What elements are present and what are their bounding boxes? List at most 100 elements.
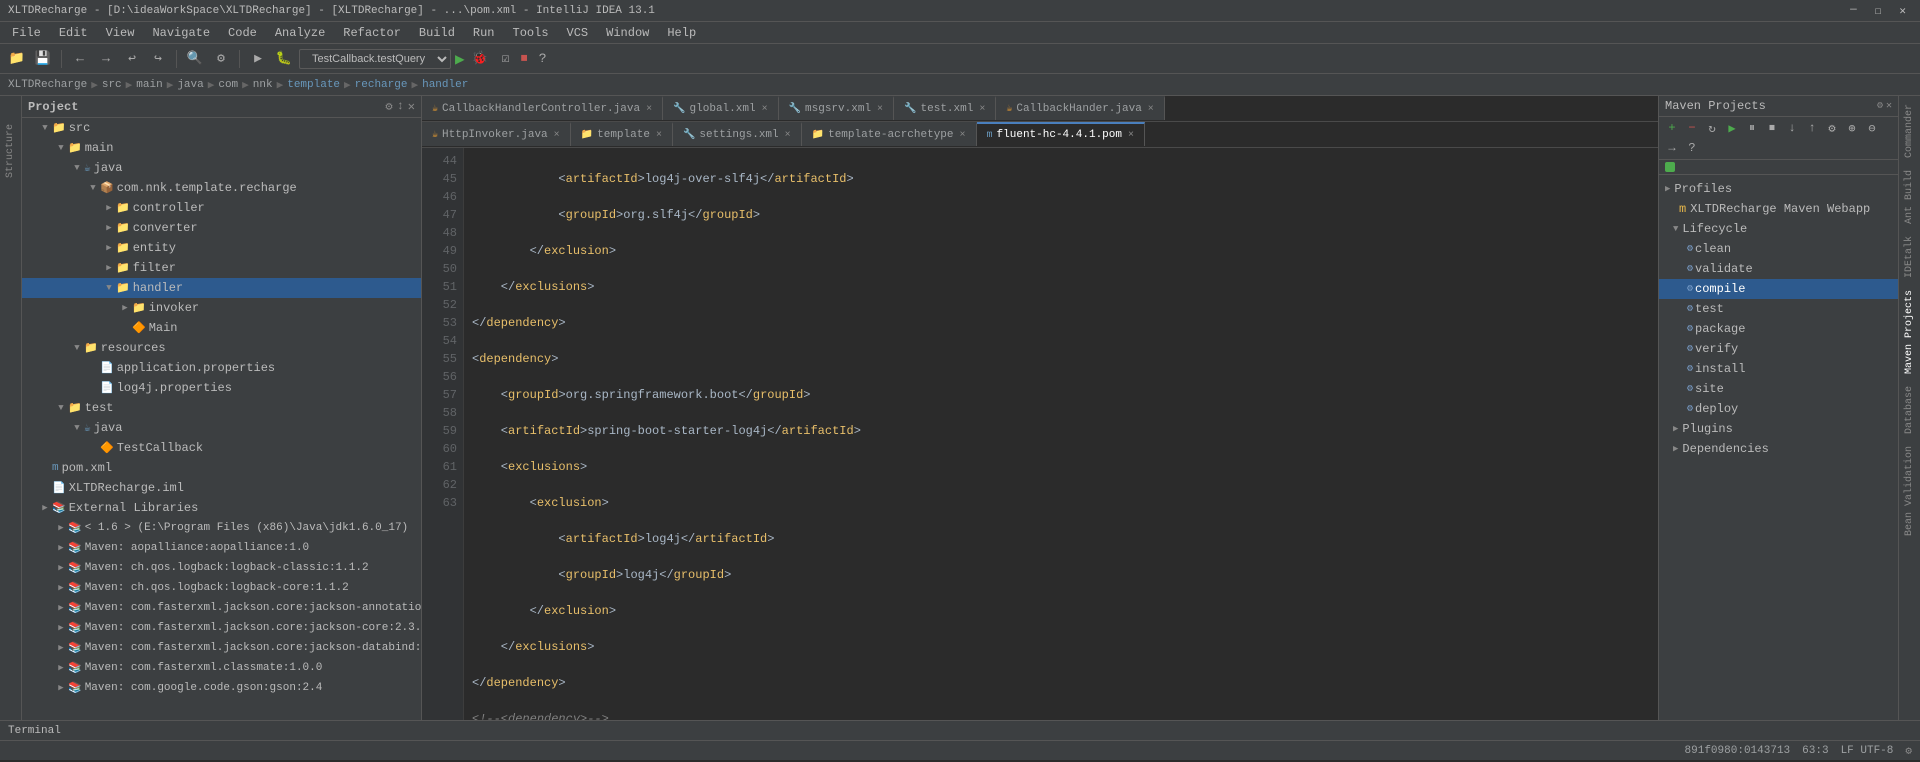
maven-deploy[interactable]: ⚙ deploy bbox=[1659, 399, 1898, 419]
maven-package[interactable]: ⚙ package bbox=[1659, 319, 1898, 339]
tab-close-8[interactable]: × bbox=[785, 130, 791, 141]
tab-close-6[interactable]: × bbox=[554, 130, 560, 141]
database-tool-btn[interactable]: Database bbox=[1902, 382, 1917, 438]
maven-close-icon[interactable]: ✕ bbox=[1886, 100, 1892, 112]
tab-msgsrv-xml[interactable]: 🔧 msgsrv.xml × bbox=[779, 96, 894, 120]
tab-close-2[interactable]: × bbox=[762, 104, 768, 115]
menu-edit[interactable]: Edit bbox=[51, 24, 96, 42]
maven-skip-btn[interactable]: ⏸ bbox=[1743, 119, 1761, 137]
tree-item-iml[interactable]: 📄 XLTDRecharge.iml bbox=[22, 478, 421, 498]
maven-verify[interactable]: ⚙ verify bbox=[1659, 339, 1898, 359]
toolbar-search-btn[interactable]: 🔍 bbox=[184, 48, 206, 70]
maven-plugins[interactable]: ▶ Plugins bbox=[1659, 419, 1898, 439]
toolbar-forward-btn[interactable]: → bbox=[95, 48, 117, 70]
tree-item-lib-jackson-db[interactable]: ▶ 📚 Maven: com.fasterxml.jackson.core:ja… bbox=[22, 638, 421, 658]
maven-site[interactable]: ⚙ site bbox=[1659, 379, 1898, 399]
maven-collapse-btn[interactable]: ⊖ bbox=[1863, 119, 1881, 137]
tree-item-src[interactable]: ▼ 📁 src bbox=[22, 118, 421, 138]
structure-tool-btn[interactable]: Structure bbox=[3, 120, 18, 182]
commander-tool-btn[interactable]: Commander bbox=[1902, 100, 1917, 162]
tree-item-filter[interactable]: ▶ 📁 filter bbox=[22, 258, 421, 278]
tree-item-test-java[interactable]: ▼ ☕ java bbox=[22, 418, 421, 438]
maven-run-btn[interactable]: ▶ bbox=[1723, 119, 1741, 137]
tree-item-main[interactable]: ▼ 📁 main bbox=[22, 138, 421, 158]
tab-callback-handler-ctrl[interactable]: ☕ CallbackHandlerController.java × bbox=[422, 96, 663, 120]
tab-close-5[interactable]: × bbox=[1148, 104, 1154, 115]
maven-profiles[interactable]: ▶ Profiles bbox=[1659, 179, 1898, 199]
tree-item-invoker[interactable]: ▶ 📁 invoker bbox=[22, 298, 421, 318]
tab-close-7[interactable]: × bbox=[656, 130, 662, 141]
maven-stop-btn[interactable]: ⏹ bbox=[1763, 119, 1781, 137]
tree-item-lib-gson[interactable]: ▶ 📚 Maven: com.google.code.gson:gson:2.4 bbox=[22, 678, 421, 698]
maven-remove-btn[interactable]: − bbox=[1683, 119, 1701, 137]
tab-httpinvoker-java[interactable]: ☕ HttpInvoker.java × bbox=[422, 122, 571, 146]
maven-clean[interactable]: ⚙ clean bbox=[1659, 239, 1898, 259]
tab-settings-xml[interactable]: 🔧 settings.xml × bbox=[673, 122, 802, 146]
project-gear-icon[interactable]: ✕ bbox=[408, 99, 415, 114]
maven-add-btn[interactable]: + bbox=[1663, 119, 1681, 137]
toolbar-undo-btn[interactable]: ↩ bbox=[121, 48, 143, 70]
tree-item-lib-logback-core[interactable]: ▶ 📚 Maven: ch.qos.logback:logback-core:1… bbox=[22, 578, 421, 598]
tab-close-1[interactable]: × bbox=[646, 104, 652, 115]
breadcrumb-java[interactable]: java bbox=[177, 79, 203, 91]
menu-navigate[interactable]: Navigate bbox=[144, 24, 218, 42]
menu-refactor[interactable]: Refactor bbox=[335, 24, 409, 42]
toolbar-open-btn[interactable]: 📁 bbox=[6, 48, 28, 70]
maven-compile[interactable]: ⚙ compile bbox=[1659, 279, 1898, 299]
tree-item-java[interactable]: ▼ ☕ java bbox=[22, 158, 421, 178]
menu-analyze[interactable]: Analyze bbox=[267, 24, 333, 42]
toolbar-replace-btn[interactable]: ⚙ bbox=[210, 48, 232, 70]
tree-item-controller[interactable]: ▶ 📁 controller bbox=[22, 198, 421, 218]
code-content[interactable]: <artifactId>log4j-over-slf4j</artifactId… bbox=[464, 148, 1658, 720]
tab-close-9[interactable]: × bbox=[960, 130, 966, 141]
beanvalidation-tool-btn[interactable]: Bean Validation bbox=[1902, 442, 1917, 540]
toolbar-debug2-btn[interactable]: 🐞 bbox=[469, 48, 491, 70]
maven-validate[interactable]: ⚙ validate bbox=[1659, 259, 1898, 279]
maven-help-btn[interactable]: ? bbox=[1683, 139, 1701, 157]
tree-item-jdk[interactable]: ▶ 📚 < 1.6 > (E:\Program Files (x86)\Java… bbox=[22, 518, 421, 538]
tree-item-ext-libs[interactable]: ▶ 📚 External Libraries bbox=[22, 498, 421, 518]
tree-item-app-props[interactable]: 📄 application.properties bbox=[22, 358, 421, 378]
toolbar-help-btn[interactable]: ? bbox=[532, 48, 554, 70]
maven-lifecycle[interactable]: ▼ Lifecycle bbox=[1659, 219, 1898, 239]
tab-global-xml[interactable]: 🔧 global.xml × bbox=[663, 96, 778, 120]
toolbar-debug-btn[interactable]: 🐛 bbox=[273, 48, 295, 70]
breadcrumb-handler[interactable]: handler bbox=[422, 79, 468, 91]
idetalk-tool-btn[interactable]: IDEtalk bbox=[1902, 232, 1917, 282]
menu-file[interactable]: File bbox=[4, 24, 49, 42]
breadcrumb-src[interactable]: src bbox=[102, 79, 122, 91]
breadcrumb-nnk[interactable]: nnk bbox=[253, 79, 273, 91]
toolbar-redo-btn[interactable]: ↪ bbox=[147, 48, 169, 70]
tree-item-entity[interactable]: ▶ 📁 entity bbox=[22, 238, 421, 258]
menu-view[interactable]: View bbox=[98, 24, 143, 42]
tab-test-xml[interactable]: 🔧 test.xml × bbox=[894, 96, 996, 120]
maven-expand-btn[interactable]: ⊕ bbox=[1843, 119, 1861, 137]
menu-help[interactable]: Help bbox=[659, 24, 704, 42]
tree-item-log4j-props[interactable]: 📄 log4j.properties bbox=[22, 378, 421, 398]
tree-item-lib-classmate[interactable]: ▶ 📚 Maven: com.fasterxml.classmate:1.0.0 bbox=[22, 658, 421, 678]
tree-item-package[interactable]: ▼ 📦 com.nnk.template.recharge bbox=[22, 178, 421, 198]
tab-close-4[interactable]: × bbox=[979, 104, 985, 115]
maven-settings2-btn[interactable]: ⚙ bbox=[1823, 119, 1841, 137]
tab-template[interactable]: 📁 template × bbox=[571, 122, 673, 146]
project-settings-icon[interactable]: ⚙ bbox=[385, 99, 392, 114]
terminal-bar[interactable]: Terminal bbox=[0, 720, 1920, 740]
maven-up-btn[interactable]: ↑ bbox=[1803, 119, 1821, 137]
tree-item-lib-jackson-ann[interactable]: ▶ 📚 Maven: com.fasterxml.jackson.core:ja… bbox=[22, 598, 421, 618]
tree-item-lib-aopalliance[interactable]: ▶ 📚 Maven: aopalliance:aopalliance:1.0 bbox=[22, 538, 421, 558]
toolbar-back-btn[interactable]: ← bbox=[69, 48, 91, 70]
tree-item-lib-logback-classic[interactable]: ▶ 📚 Maven: ch.qos.logback:logback-classi… bbox=[22, 558, 421, 578]
minimize-btn[interactable]: — bbox=[1844, 2, 1863, 20]
tab-close-3[interactable]: × bbox=[877, 104, 883, 115]
menu-tools[interactable]: Tools bbox=[505, 24, 557, 42]
tree-item-testcallback[interactable]: 🔶 TestCallback bbox=[22, 438, 421, 458]
toolbar-play-btn[interactable]: ▶ bbox=[455, 49, 465, 69]
tree-item-resources[interactable]: ▼ 📁 resources bbox=[22, 338, 421, 358]
project-sync-icon[interactable]: ↕ bbox=[397, 99, 404, 114]
maven-install[interactable]: ⚙ install bbox=[1659, 359, 1898, 379]
maven-project[interactable]: m XLTDRecharge Maven Webapp bbox=[1659, 199, 1898, 219]
maven-settings-icon[interactable]: ⚙ bbox=[1877, 100, 1883, 112]
maven-link-btn[interactable]: → bbox=[1663, 139, 1681, 157]
antbuild-tool-btn[interactable]: Ant Build bbox=[1902, 166, 1917, 228]
maven-dependencies[interactable]: ▶ Dependencies bbox=[1659, 439, 1898, 459]
